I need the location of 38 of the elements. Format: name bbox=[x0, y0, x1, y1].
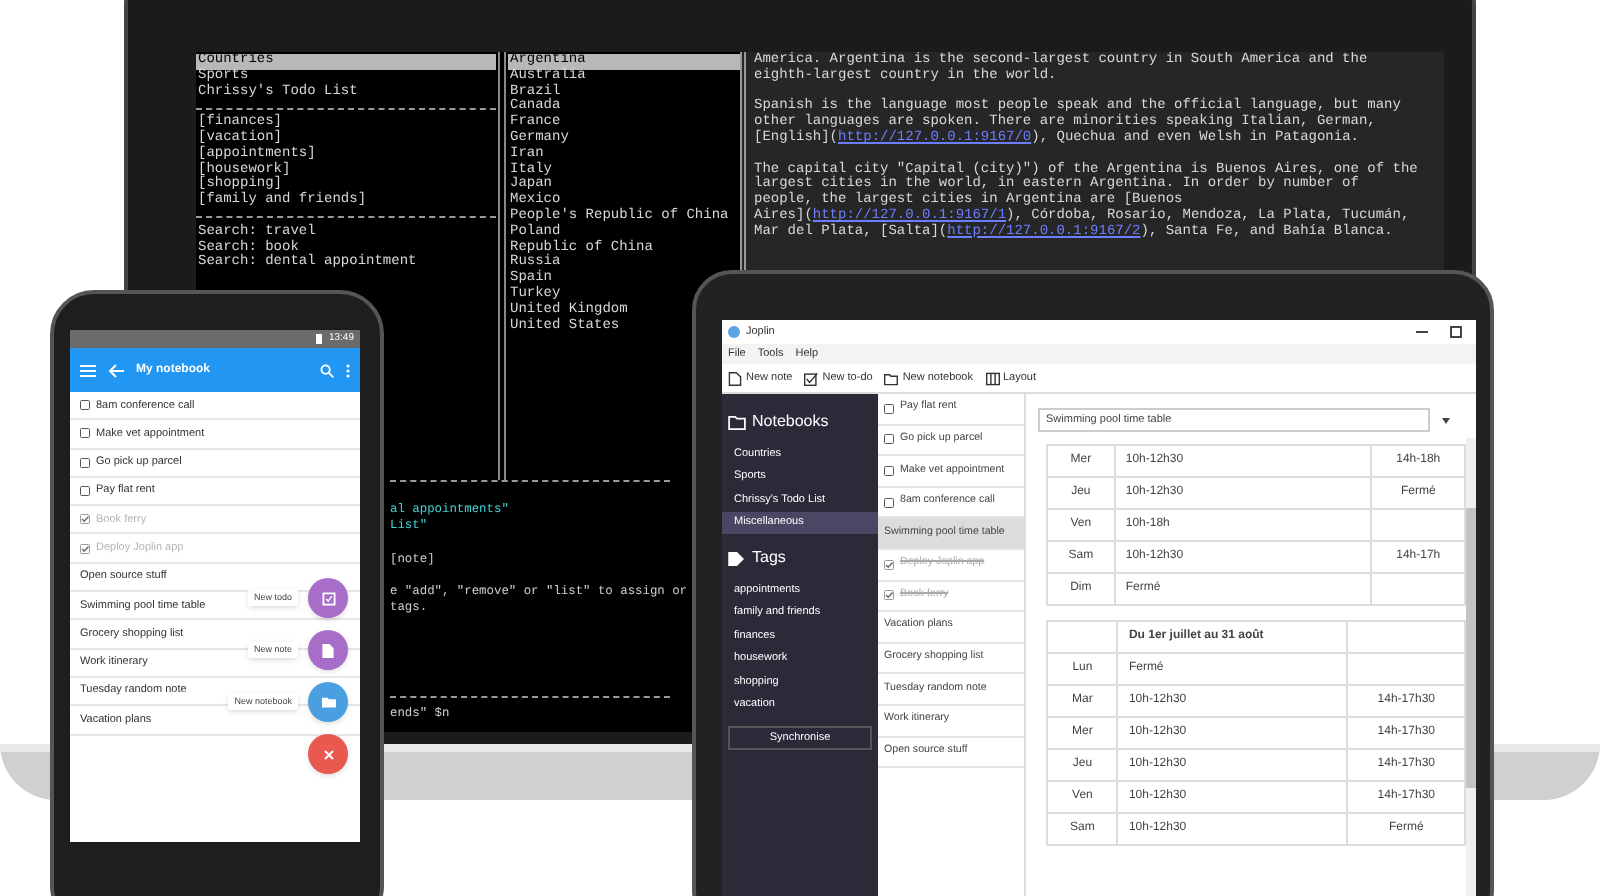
minimize-icon[interactable] bbox=[1416, 326, 1428, 338]
checklist-icon bbox=[321, 591, 335, 605]
checkbox-icon[interactable] bbox=[884, 403, 894, 414]
sidebar-heading: Notebooks bbox=[752, 410, 829, 434]
document-icon bbox=[728, 371, 742, 385]
action-button[interactable] bbox=[308, 578, 348, 618]
checked-checkbox-icon[interactable] bbox=[80, 514, 90, 525]
checkbox-icon[interactable] bbox=[884, 434, 894, 445]
sidebar-heading: Tags bbox=[752, 546, 786, 570]
checkbox-icon bbox=[804, 371, 819, 385]
back-arrow-icon[interactable] bbox=[108, 363, 124, 377]
folder-icon bbox=[728, 415, 746, 429]
close-button[interactable] bbox=[308, 734, 348, 774]
app-logo-icon bbox=[728, 326, 740, 338]
table-header bbox=[1347, 621, 1465, 653]
checkbox-icon[interactable] bbox=[80, 486, 90, 497]
checkbox-icon[interactable] bbox=[884, 465, 894, 476]
checkbox-icon[interactable] bbox=[80, 400, 90, 411]
checkbox-icon[interactable] bbox=[80, 457, 90, 468]
folder-icon bbox=[321, 696, 335, 708]
menu-icon[interactable] bbox=[80, 363, 96, 377]
action-button[interactable] bbox=[308, 630, 348, 670]
checked-checkbox-icon[interactable] bbox=[884, 590, 894, 601]
table-header bbox=[1047, 621, 1118, 653]
maximize-icon[interactable] bbox=[1450, 326, 1462, 338]
checked-checkbox-icon[interactable] bbox=[884, 559, 894, 570]
document-icon bbox=[322, 643, 334, 657]
checkbox-icon[interactable] bbox=[884, 497, 894, 508]
folder-icon bbox=[884, 371, 899, 385]
checkbox-icon[interactable] bbox=[80, 428, 90, 439]
dropdown-caret-icon[interactable] bbox=[1442, 417, 1450, 423]
checked-checkbox-icon[interactable] bbox=[80, 543, 90, 554]
close-icon bbox=[323, 749, 333, 759]
action-button[interactable] bbox=[308, 682, 348, 722]
columns-icon bbox=[985, 371, 999, 385]
battery-icon bbox=[316, 334, 323, 344]
tag-icon bbox=[728, 551, 746, 565]
search-icon[interactable] bbox=[320, 363, 334, 377]
